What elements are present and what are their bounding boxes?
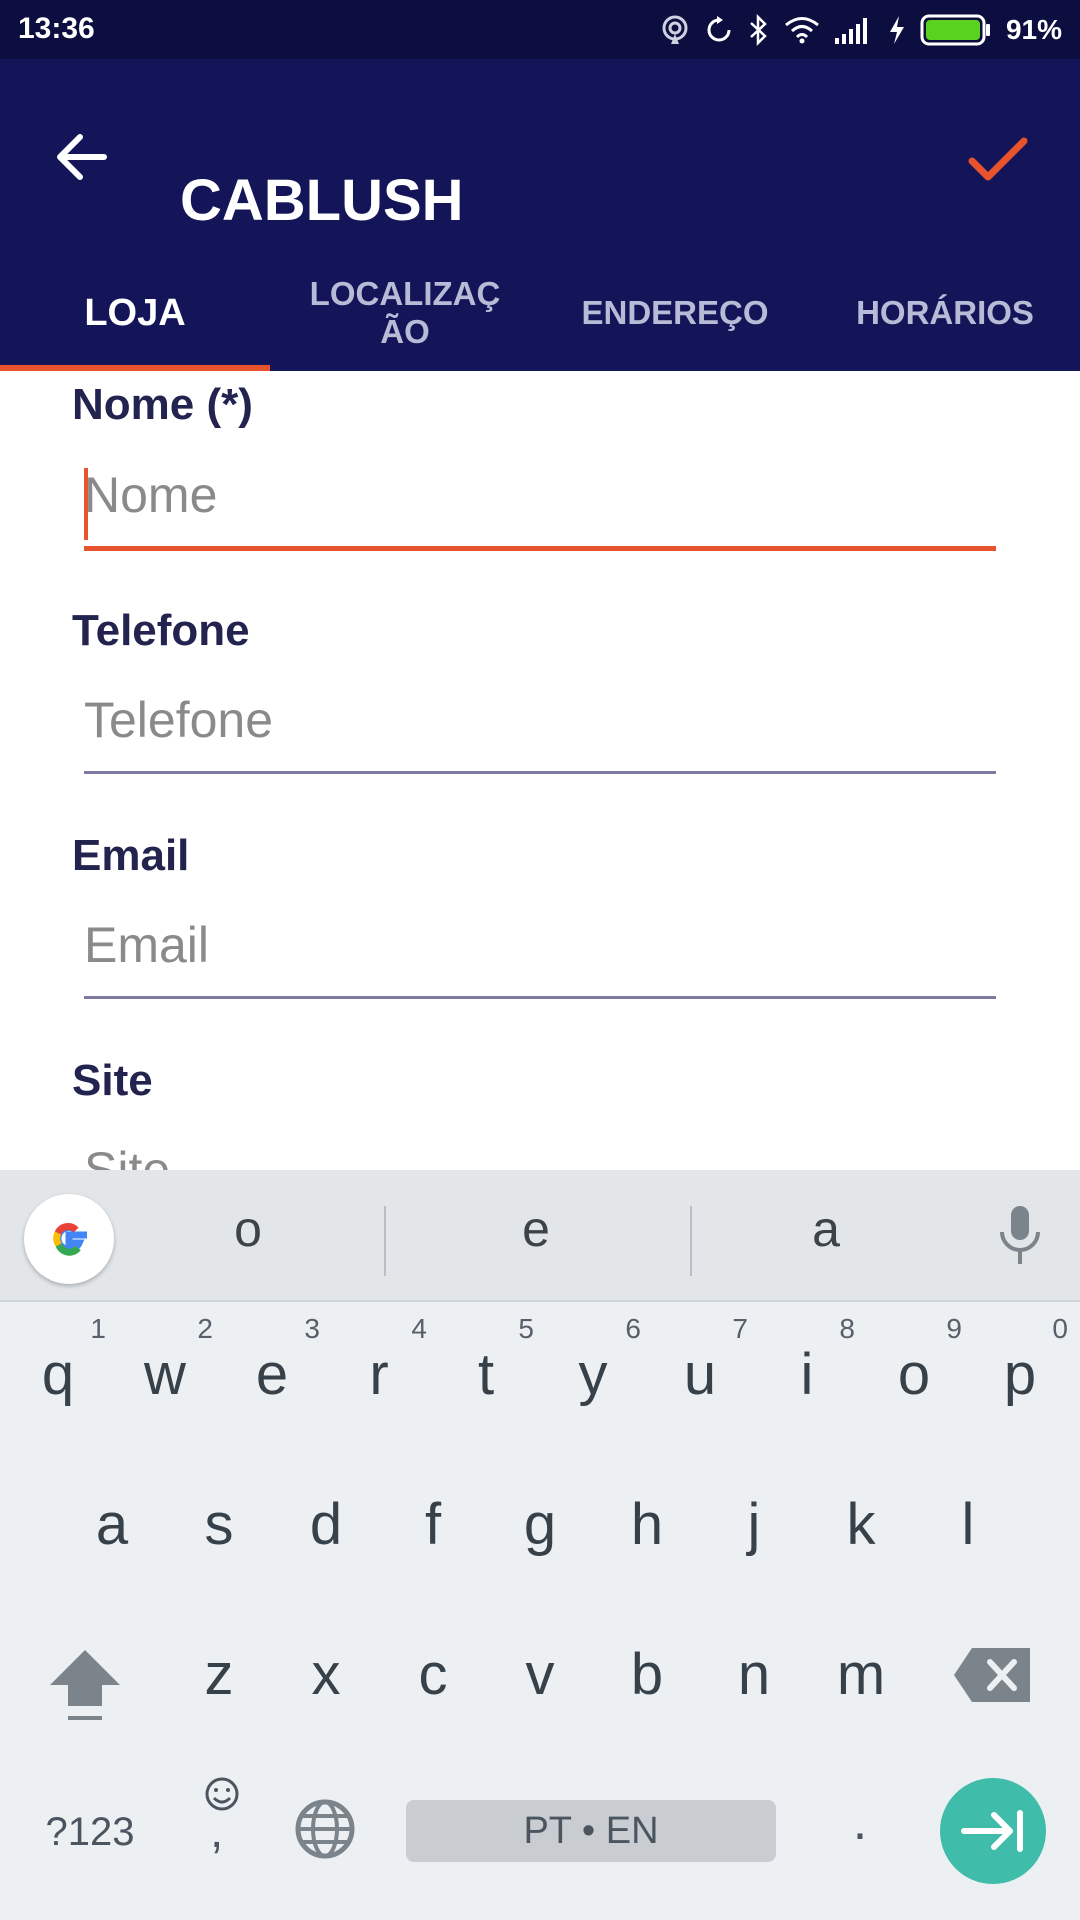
store-form: Nome (*) Telefone Email Site [0,371,1080,1171]
key-hint: 0 [1052,1313,1068,1344]
symbols-key[interactable]: ?123 [30,1800,150,1864]
confirm-button[interactable] [958,119,1038,199]
tab-endereco[interactable]: ENDEREÇO [540,255,810,371]
battery-icon [920,14,990,46]
tab-label: HORÁRIOS [856,294,1034,331]
key-hint: 2 [197,1313,213,1344]
tab-bar: LOJA LOCALIZAÇ ÃO ENDEREÇO HORÁRIOS [0,255,1080,371]
checkmark-icon [968,137,1028,181]
sync-icon [707,16,731,42]
key-o[interactable]: o9 [860,1305,968,1445]
key-m[interactable]: m [807,1605,915,1745]
email-input[interactable] [84,901,996,989]
suggestion-2[interactable]: e [436,1200,636,1258]
suggestion-3[interactable]: a [726,1200,926,1258]
site-input[interactable] [84,1126,996,1171]
text-cursor [84,468,88,540]
phone-input[interactable] [84,676,996,764]
space-bar[interactable]: PT • EN [406,1800,776,1862]
app-bar: CABLUSH LOJA LOCALIZAÇ ÃO ENDEREÇO HORÁR… [0,59,1080,371]
key-e[interactable]: e3 [218,1305,326,1445]
bluetooth-icon [750,14,767,46]
key-z[interactable]: z [165,1605,273,1745]
key-q[interactable]: q1 [4,1305,112,1445]
suggestion-divider [384,1206,386,1276]
tab-arrow-icon [961,1810,1023,1852]
backspace-key[interactable] [952,1640,1036,1710]
battery-percentage: 91% [1005,14,1062,45]
key-hint: 6 [625,1313,641,1344]
google-button[interactable] [24,1194,114,1284]
phone-input-underline [84,771,996,774]
period-key[interactable]: . [840,1782,880,1862]
key-hint: 5 [518,1313,534,1344]
microphone-icon [1000,1206,1040,1264]
key-r[interactable]: r4 [325,1305,433,1445]
name-input[interactable] [84,451,996,539]
key-hint: 3 [304,1313,320,1344]
key-hint: 1 [90,1313,106,1344]
tab-localizacao[interactable]: LOCALIZAÇ ÃO [270,255,540,371]
key-hint: 8 [839,1313,855,1344]
tab-horarios[interactable]: HORÁRIOS [810,255,1080,371]
key-c[interactable]: c [379,1605,487,1745]
key-d[interactable]: d [272,1455,380,1595]
status-bar: 13:36 91% [0,0,1080,59]
tab-loja[interactable]: LOJA [0,255,270,371]
key-hint: 9 [946,1313,962,1344]
key-s[interactable]: s [165,1455,273,1595]
key-p[interactable]: p0 [966,1305,1074,1445]
key-n[interactable]: n [700,1605,808,1745]
wifi-icon [785,17,819,44]
key-a[interactable]: a [58,1455,166,1595]
signal-icon [834,18,867,44]
key-h[interactable]: h [593,1455,701,1595]
key-v[interactable]: v [486,1605,594,1745]
key-hint: 7 [732,1313,748,1344]
tab-label: ENDEREÇO [581,294,769,331]
key-f[interactable]: f [379,1455,487,1595]
email-input-underline [84,996,996,999]
shift-icon [50,1650,120,1720]
phone-label: Telefone [72,606,250,655]
suggestion-1[interactable]: o [148,1200,348,1258]
key-x[interactable]: x [272,1605,380,1745]
shift-key[interactable] [40,1640,130,1730]
key-b[interactable]: b [593,1605,701,1745]
next-field-button[interactable] [940,1778,1046,1884]
page-title: CABLUSH [180,168,464,233]
charging-icon [889,16,904,44]
key-g[interactable]: g [486,1455,594,1595]
key-t[interactable]: t5 [432,1305,540,1445]
emoji-comma-key[interactable]: , [190,1774,250,1874]
key-u[interactable]: u7 [646,1305,754,1445]
soft-keyboard: o e a q1 w2 e3 r4 t5 y6 u7 i8 o9 p0 a s … [0,1170,1080,1920]
back-button[interactable] [48,121,120,193]
tab-label: LOCALIZAÇ ÃO [309,275,501,350]
google-g-icon [53,1223,87,1256]
name-input-underline [84,546,996,551]
key-w[interactable]: w2 [111,1305,219,1445]
hotspot-icon [662,15,688,44]
voice-input-button[interactable] [996,1204,1044,1268]
arrow-left-icon [57,134,107,180]
key-hint: 4 [411,1313,427,1344]
key-j[interactable]: j [700,1455,808,1595]
site-label: Site [72,1056,153,1105]
email-label: Email [72,831,190,880]
key-i[interactable]: i8 [753,1305,861,1445]
key-k[interactable]: k [807,1455,915,1595]
language-key[interactable] [292,1796,358,1862]
suggestion-bar: o e a [0,1170,1080,1302]
tab-label: LOJA [84,292,186,334]
status-time: 13:36 [18,12,95,45]
backspace-icon [954,1648,1030,1702]
suggestion-divider [690,1206,692,1276]
name-label: Nome (*) [72,380,253,429]
key-l[interactable]: l [914,1455,1022,1595]
status-icons: 91% [660,10,1062,50]
comma-label: , [210,1805,224,1858]
key-y[interactable]: y6 [539,1305,647,1445]
globe-icon [295,1799,355,1859]
